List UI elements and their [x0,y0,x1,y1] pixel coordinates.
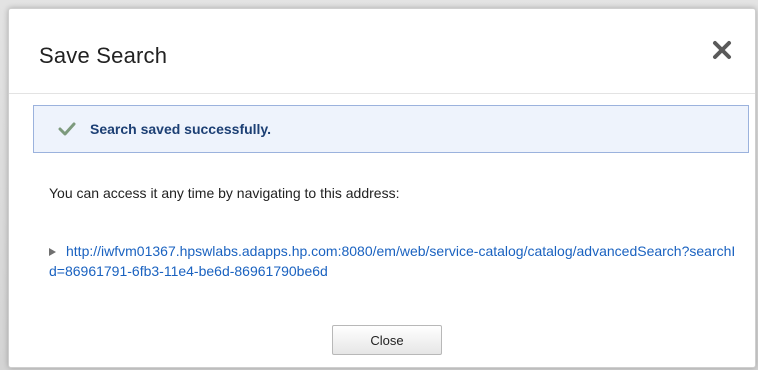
dialog-title: Save Search [39,43,168,68]
close-icon[interactable] [709,37,735,63]
checkmark-icon [58,121,76,137]
right-triangle-arrow-icon [49,247,56,256]
close-button[interactable]: Close [332,325,442,355]
saved-search-link[interactable]: http://iwfvm01367.hpswlabs.adapps.hp.com… [49,243,735,279]
save-search-dialog: Save Search Search saved successfully. Y… [8,8,756,368]
success-message: Search saved successfully. [90,121,272,137]
title-divider [9,93,755,94]
info-text: You can access it any time by navigating… [49,185,400,201]
saved-search-link-block: http://iwfvm01367.hpswlabs.adapps.hp.com… [49,241,739,281]
success-banner: Search saved successfully. [33,105,749,153]
